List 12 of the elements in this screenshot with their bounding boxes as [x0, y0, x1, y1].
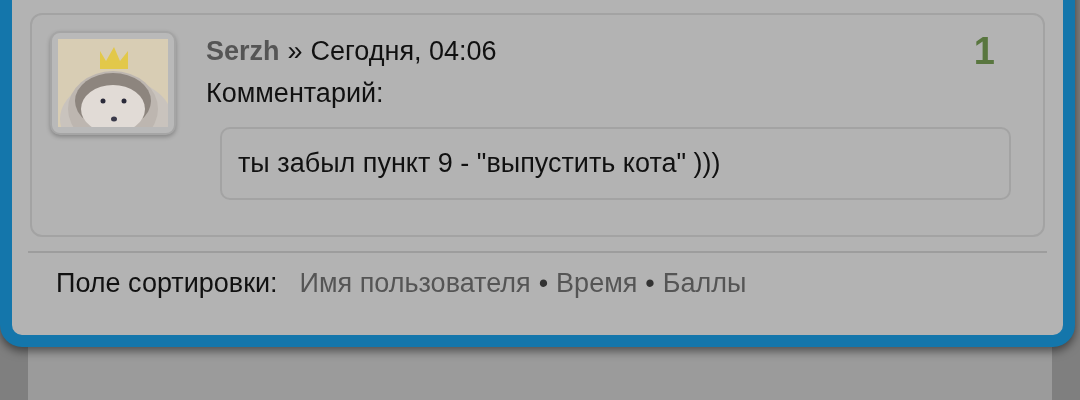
- comment-label: Комментарий:: [206, 77, 385, 110]
- sort-option[interactable]: Баллы: [662, 263, 747, 304]
- sort-label: Поле сортировки:: [56, 267, 278, 300]
- author-name[interactable]: Serzh: [206, 31, 280, 71]
- separator: •: [645, 267, 655, 300]
- comment-score: 1: [973, 31, 995, 71]
- separator: »: [287, 35, 303, 68]
- sort-option[interactable]: Время: [556, 263, 638, 304]
- comment-quote: ты забыл пункт 9 - "выпустить кота" ))): [220, 127, 1011, 200]
- separator: •: [538, 267, 549, 300]
- comment-time: Сегодня, 04:06: [310, 35, 497, 68]
- sort-option[interactable]: Имя пользователя: [299, 263, 531, 304]
